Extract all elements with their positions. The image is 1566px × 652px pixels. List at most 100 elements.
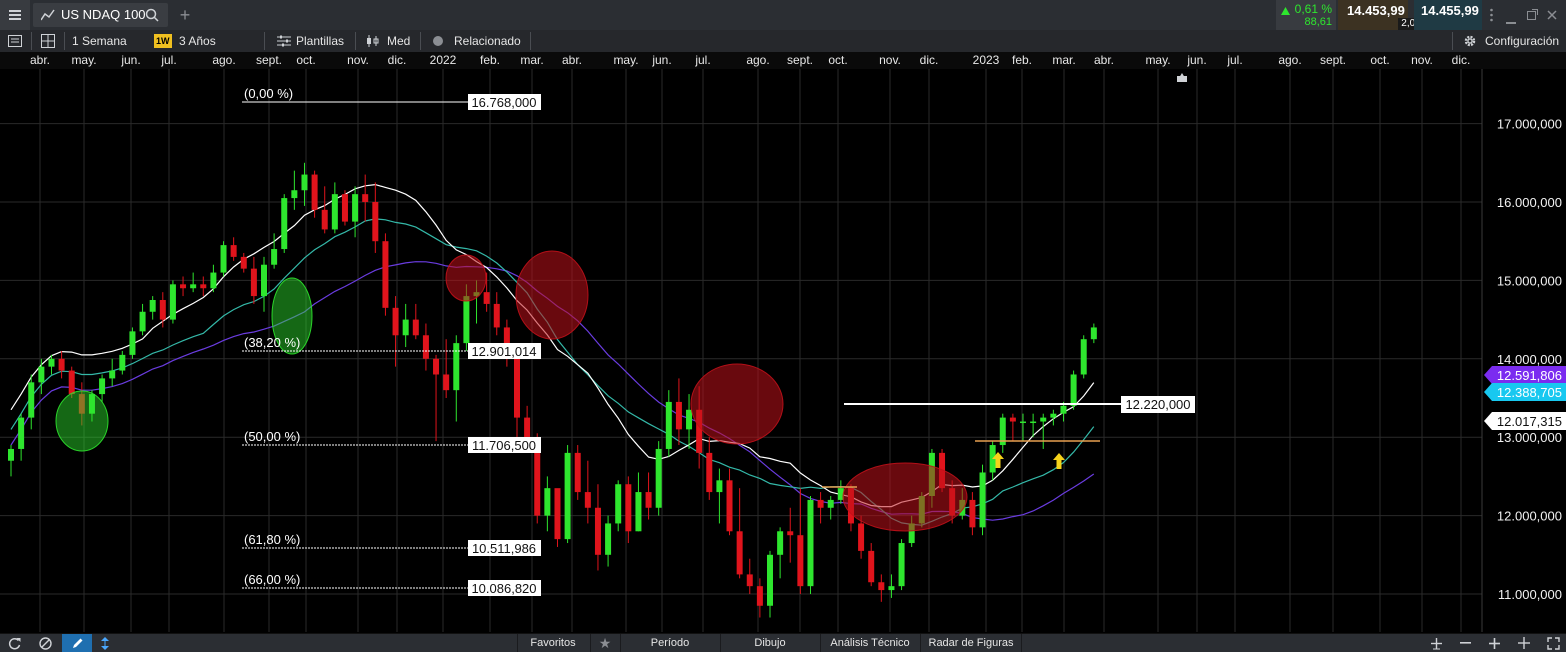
- y-tick-label: 17.000,000: [1497, 117, 1562, 132]
- list-icon[interactable]: [4, 33, 26, 49]
- month-label: jul.: [1227, 53, 1243, 67]
- interval-selector[interactable]: 1 Semana: [72, 30, 127, 52]
- candle-body: [240, 256, 247, 269]
- candle-body: [402, 319, 409, 336]
- candle-body: [1030, 421, 1037, 424]
- menu-icon[interactable]: [0, 0, 30, 30]
- favorites-tab[interactable]: Favoritos: [517, 634, 588, 652]
- zoom-in-icon[interactable]: [1486, 636, 1502, 650]
- price-type-selector[interactable]: Med: [387, 30, 410, 52]
- refresh-icon[interactable]: [6, 636, 22, 650]
- expand-icon[interactable]: [1545, 636, 1561, 650]
- drawing-tab[interactable]: Dibujo: [720, 634, 819, 652]
- candle-body: [453, 343, 460, 391]
- star-icon[interactable]: ★: [590, 634, 619, 652]
- candle-body: [321, 209, 328, 230]
- search-icon[interactable]: [145, 8, 159, 25]
- month-label: 2022: [429, 53, 457, 67]
- instrument-tab[interactable]: US NDAQ 100: [33, 3, 168, 27]
- pattern-radar-tab[interactable]: Radar de Figuras: [920, 634, 1022, 652]
- candle-body: [311, 174, 318, 210]
- candle-body: [807, 499, 814, 587]
- candle-body: [584, 492, 591, 508]
- clear-icon[interactable]: [37, 636, 53, 650]
- month-label: nov.: [347, 53, 369, 67]
- candle-body: [372, 202, 379, 242]
- candle-body: [564, 452, 571, 540]
- month-label: sept.: [786, 53, 814, 67]
- templates-button[interactable]: Plantillas: [296, 30, 344, 52]
- candle-body: [878, 582, 885, 591]
- price-chart[interactable]: 17.000,000 16.000,000 15.000,000 14.000,000…: [0, 69, 1566, 632]
- candle-body: [463, 296, 470, 344]
- close-icon[interactable]: [1547, 9, 1557, 23]
- candle-body: [1040, 417, 1047, 422]
- candle-body: [1090, 327, 1097, 340]
- candle-body: [635, 492, 642, 532]
- candle-body: [665, 401, 672, 449]
- time-axis: abr. may. jun. jul. ago. sept. oct. nov. dic. 202…: [0, 52, 1566, 69]
- pencil-icon[interactable]: [62, 634, 92, 652]
- candle-body: [979, 472, 986, 528]
- buy-price-button[interactable]: 14.455,99: [1414, 0, 1482, 30]
- chart-line-icon: [40, 9, 55, 24]
- candle-body: [210, 272, 217, 289]
- candle-body: [352, 194, 359, 222]
- popout-icon[interactable]: [1527, 9, 1538, 23]
- candle-body: [1060, 405, 1067, 414]
- technical-analysis-tab[interactable]: Análisis Técnico: [820, 634, 919, 652]
- add-indicator-icon[interactable]: [1428, 636, 1444, 650]
- month-label: may.: [613, 53, 639, 67]
- month-label: oct.: [828, 53, 848, 67]
- candle-body: [129, 331, 136, 355]
- instrument-header: US NDAQ 100 + 0,61 % 88,61 14.453,99 2,0…: [0, 0, 1566, 31]
- month-label: feb.: [479, 53, 501, 67]
- instrument-name: US NDAQ 100: [61, 7, 146, 22]
- candle-body: [736, 531, 743, 575]
- candle-body: [574, 452, 581, 493]
- fib-percent-label: (66,00 %): [244, 572, 300, 587]
- month-label: mar.: [1052, 53, 1076, 67]
- month-label: jun.: [652, 53, 672, 67]
- period-tab[interactable]: Período: [620, 634, 719, 652]
- month-label: abr.: [1093, 53, 1115, 67]
- range-selector[interactable]: 3 Años: [179, 30, 216, 52]
- candle-body: [1050, 413, 1057, 418]
- y-tick-label: 11.000,000: [1498, 587, 1562, 602]
- minimize-icon[interactable]: [1506, 14, 1516, 28]
- zoom-out-icon[interactable]: [1457, 636, 1473, 650]
- candle-body: [250, 268, 257, 297]
- change-percent: 0,61 %: [1294, 2, 1332, 16]
- chart-canvas[interactable]: 17.000,000 16.000,000 15.000,000 14.000,000…: [0, 69, 1566, 632]
- month-label: oct.: [296, 53, 316, 67]
- candle-body: [281, 198, 288, 250]
- candle-body: [1070, 374, 1077, 406]
- candle-body: [48, 358, 55, 367]
- candle-body: [483, 292, 490, 304]
- price-tag-label: 12.388,705: [1497, 385, 1562, 400]
- add-tab-button[interactable]: +: [176, 3, 194, 27]
- fit-icon[interactable]: [1516, 636, 1532, 650]
- candle-body: [726, 480, 733, 532]
- fib-value-label: 10.086,820: [471, 581, 536, 596]
- sell-price: 14.453,99: [1347, 3, 1405, 18]
- month-label: abr.: [561, 53, 583, 67]
- candle-body: [706, 452, 713, 493]
- candle-body: [514, 354, 520, 418]
- candle-body: [615, 484, 622, 524]
- gear-icon[interactable]: [1463, 34, 1477, 51]
- y-tick-label: 12.000,000: [1497, 509, 1562, 524]
- candle-body: [443, 374, 450, 391]
- sort-icon[interactable]: [97, 636, 113, 650]
- candle-body: [291, 190, 298, 199]
- more-icon[interactable]: [1490, 8, 1493, 25]
- level-value-label: 12.220,000: [1125, 397, 1190, 412]
- candle-body: [412, 319, 419, 336]
- month-label: jul.: [161, 53, 177, 67]
- candle-body: [645, 492, 652, 508]
- candle-body: [544, 488, 551, 516]
- settings-button[interactable]: Configuración: [1485, 30, 1559, 52]
- bottom-bar: Favoritos ★ Período Dibujo Análisis Técn…: [0, 633, 1566, 652]
- grid-layout-icon[interactable]: [37, 33, 59, 49]
- related-button[interactable]: Relacionado: [454, 30, 521, 52]
